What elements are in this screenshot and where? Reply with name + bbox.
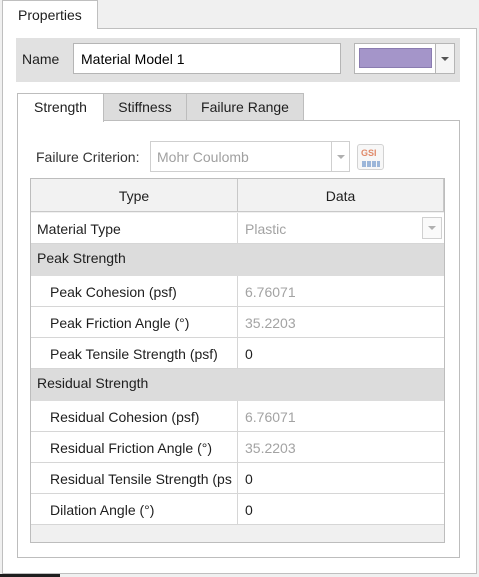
name-input[interactable]	[73, 43, 341, 74]
material-type-label: Material Type	[37, 221, 121, 237]
chevron-down-icon	[336, 154, 345, 159]
row-label: Peak Tensile Strength (psf)	[50, 346, 218, 362]
tab-failure-range[interactable]: Failure Range	[186, 93, 304, 121]
section-peak-strength[interactable]: Peak Strength	[31, 244, 444, 276]
tab-strength[interactable]: Strength	[17, 93, 104, 122]
material-type-value: Plastic	[245, 221, 287, 237]
row-value: 35.2203	[245, 440, 296, 456]
column-header-type[interactable]: Type	[31, 179, 238, 212]
chevron-down-icon	[441, 56, 449, 61]
gsi-grid-icon	[362, 161, 380, 167]
table-row[interactable]: Dilation Angle (°) 0	[31, 494, 444, 525]
row-value-input[interactable]: 0	[238, 463, 444, 493]
failure-criterion-label: Failure Criterion:	[36, 149, 140, 165]
material-type-dropdown-button[interactable]	[422, 217, 442, 239]
row-label-cell: Peak Cohesion (psf)	[31, 276, 238, 306]
row-value-cell: 35.2203	[238, 307, 444, 337]
tab-strength-label: Strength	[34, 99, 87, 115]
table-row[interactable]: Peak Tensile Strength (psf) 0	[31, 338, 444, 369]
properties-tab-label: Properties	[18, 7, 82, 23]
section-residual-strength[interactable]: Residual Strength	[31, 369, 444, 401]
section-residual-strength-label: Residual Strength	[37, 375, 149, 391]
row-label: Residual Tensile Strength (ps	[50, 471, 232, 487]
tab-stiffness[interactable]: Stiffness	[103, 93, 187, 121]
properties-tab[interactable]: Properties	[2, 0, 98, 29]
section-peak-strength-label: Peak Strength	[37, 250, 126, 266]
row-value: 6.76071	[245, 409, 296, 425]
row-value: 6.76071	[245, 284, 296, 300]
row-value: 0	[245, 471, 253, 487]
tab-stiffness-label: Stiffness	[118, 99, 172, 115]
row-label: Residual Friction Angle (°)	[50, 440, 212, 456]
row-value: 35.2203	[245, 315, 296, 331]
row-value-cell: 6.76071	[238, 276, 444, 306]
row-label-cell: Residual Cohesion (psf)	[31, 401, 238, 431]
material-type-label-cell: Material Type	[31, 213, 238, 243]
row-value-input[interactable]: 0	[238, 338, 444, 368]
table-row[interactable]: Peak Cohesion (psf) 6.76071	[31, 276, 444, 307]
row-label-cell: Residual Friction Angle (°)	[31, 432, 238, 462]
material-type-select[interactable]: Plastic	[238, 213, 444, 243]
row-label-cell: Peak Friction Angle (°)	[31, 307, 238, 337]
failure-criterion-dropdown-arrow[interactable]	[331, 142, 349, 171]
name-label: Name	[22, 51, 60, 67]
failure-criterion-select[interactable]: Mohr Coulomb	[150, 141, 350, 172]
tab-failure-range-label: Failure Range	[201, 99, 289, 115]
gsi-button[interactable]: GSI	[357, 144, 384, 170]
row-value: 0	[245, 502, 253, 518]
row-value-input[interactable]: 0	[238, 494, 444, 524]
row-label-cell: Residual Tensile Strength (ps	[31, 463, 238, 493]
row-label: Peak Cohesion (psf)	[50, 284, 177, 300]
column-header-data[interactable]: Data	[238, 179, 444, 212]
row-label: Residual Cohesion (psf)	[50, 409, 200, 425]
table-row[interactable]: Residual Friction Angle (°) 35.2203	[31, 432, 444, 463]
row-value: 0	[245, 346, 253, 362]
table-row[interactable]: Peak Friction Angle (°) 35.2203	[31, 307, 444, 338]
row-label-cell: Peak Tensile Strength (psf)	[31, 338, 238, 368]
table-row[interactable]: Residual Cohesion (psf) 6.76071	[31, 401, 444, 432]
color-dropdown-button[interactable]	[435, 44, 454, 73]
column-header-type-label: Type	[118, 188, 150, 204]
color-swatch[interactable]	[359, 48, 432, 68]
row-value-cell: 6.76071	[238, 401, 444, 431]
gsi-icon: GSI	[361, 148, 377, 158]
row-value-cell: 35.2203	[238, 432, 444, 462]
column-header-data-label: Data	[325, 188, 356, 204]
row-label-cell: Dilation Angle (°)	[31, 494, 238, 524]
chevron-down-icon	[428, 226, 436, 230]
table-row[interactable]: Residual Tensile Strength (ps 0	[31, 463, 444, 494]
row-label: Dilation Angle (°)	[50, 502, 155, 518]
failure-criterion-value: Mohr Coulomb	[157, 149, 249, 165]
row-label: Peak Friction Angle (°)	[50, 315, 190, 331]
table-row-material-type[interactable]: Material Type Plastic	[31, 213, 444, 244]
